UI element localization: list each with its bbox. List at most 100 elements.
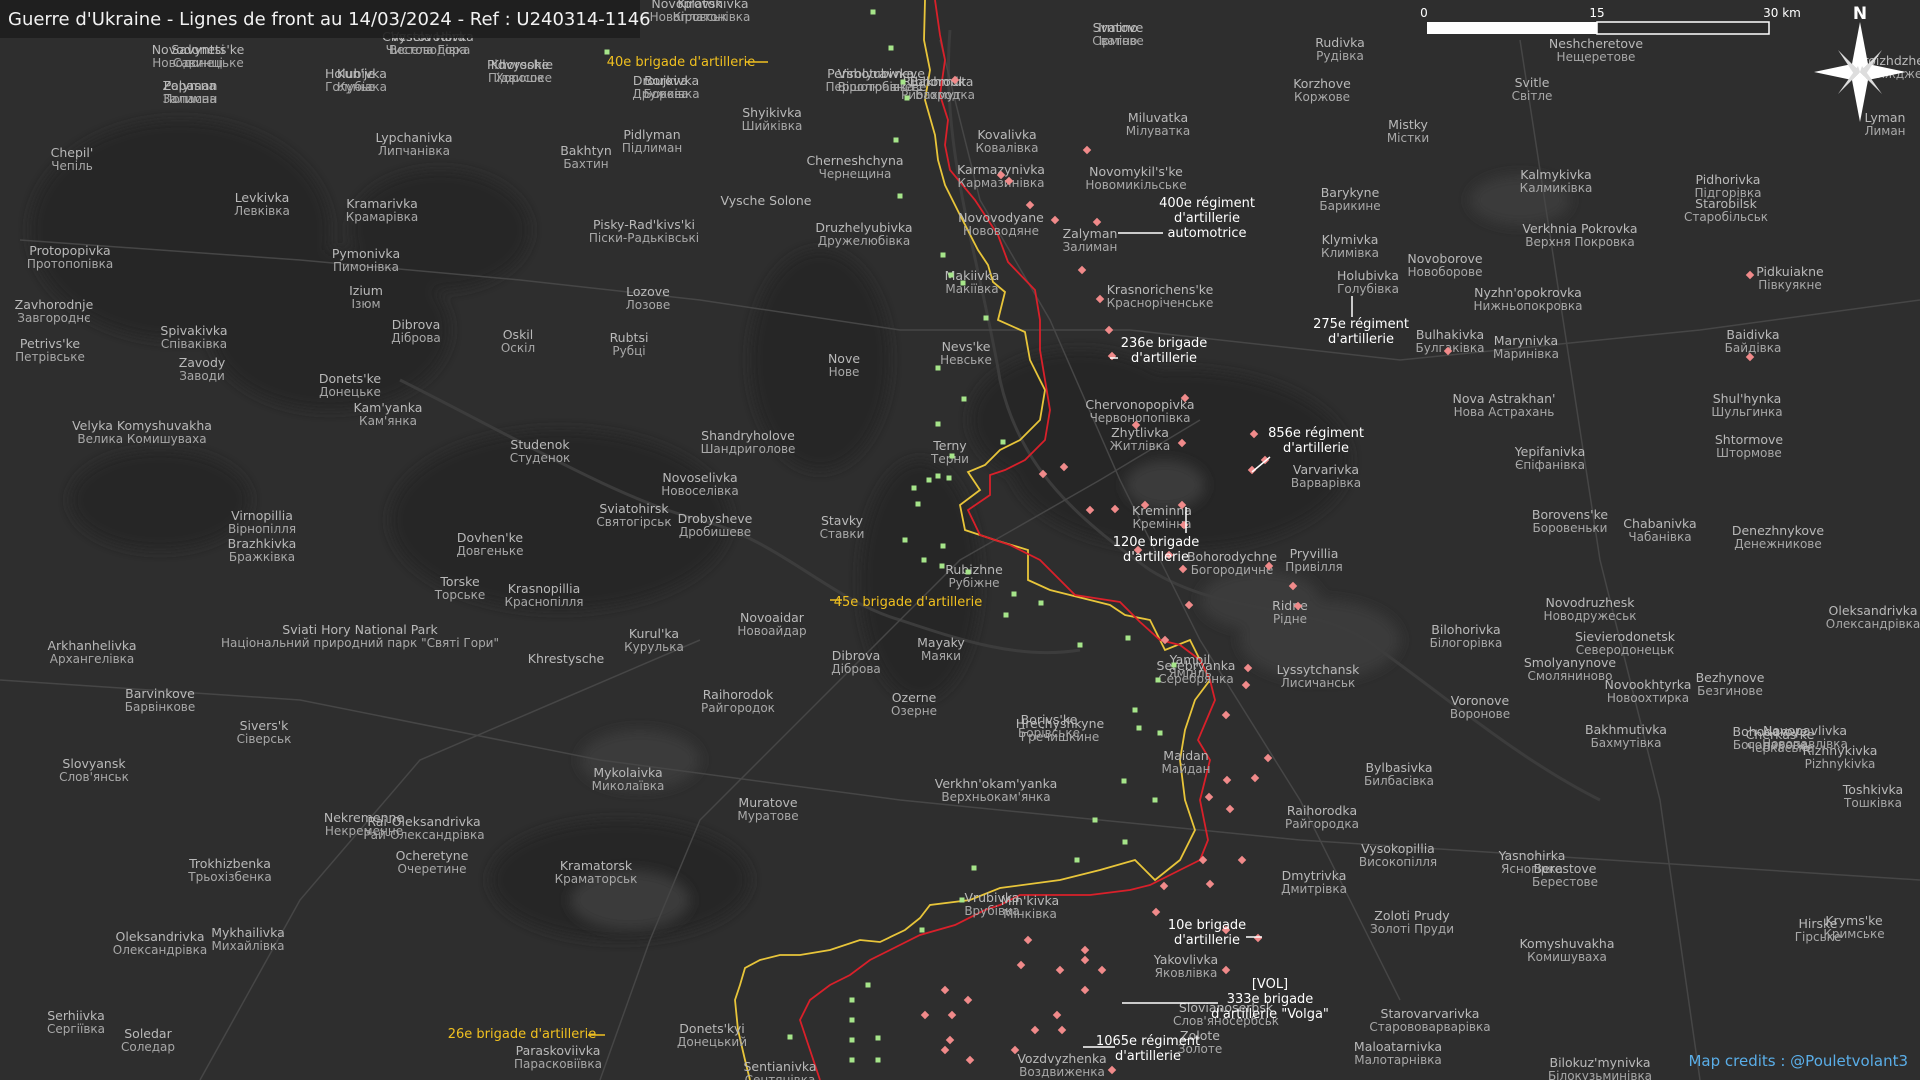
place-label: PidkuiakneПівкуякне bbox=[1756, 264, 1824, 292]
place-name: Velyka Komyshuvakha bbox=[72, 418, 212, 433]
ukrainian-unit-marker[interactable] bbox=[875, 1057, 881, 1063]
place-label: BezhynoveБезгинове bbox=[1696, 670, 1765, 698]
place-name-cyrillic: Попасна bbox=[163, 92, 216, 106]
artillery-unit-label[interactable]: 45e brigade d'artillerie bbox=[830, 595, 982, 610]
place-name-cyrillic: Співаківка bbox=[161, 337, 227, 351]
place-name-cyrillic: Крамарівка bbox=[346, 210, 419, 224]
place-name-cyrillic: Олександрівка bbox=[1826, 617, 1920, 631]
place-label: Sivers'kСіверськ bbox=[237, 718, 292, 746]
ukrainian-unit-marker[interactable] bbox=[888, 45, 894, 51]
ukrainian-unit-marker[interactable] bbox=[915, 501, 921, 507]
ukrainian-unit-marker[interactable] bbox=[870, 9, 876, 15]
place-name: Hirske bbox=[1798, 916, 1837, 931]
place-name: Krasnopillia bbox=[508, 581, 581, 596]
ukrainian-unit-marker[interactable] bbox=[948, 272, 954, 278]
ukrainian-unit-marker[interactable] bbox=[849, 1037, 855, 1043]
place-label: Donets'keДонецьке bbox=[319, 371, 382, 399]
place-name-cyrillic: Нижньопокровка bbox=[1474, 299, 1583, 313]
place-name: Dibrova bbox=[832, 648, 881, 663]
ukrainian-unit-marker[interactable] bbox=[960, 280, 966, 286]
ukrainian-unit-marker[interactable] bbox=[1077, 642, 1083, 648]
ukrainian-unit-marker[interactable] bbox=[1092, 817, 1098, 823]
ukrainian-unit-marker[interactable] bbox=[940, 543, 946, 549]
place-label: Novodonets'keНоводонецьке bbox=[152, 42, 245, 70]
ukrainian-unit-marker[interactable] bbox=[961, 396, 967, 402]
place-name-cyrillic: Підлиман bbox=[622, 141, 682, 155]
ukrainian-unit-marker[interactable] bbox=[965, 569, 971, 575]
place-name: Rudivka bbox=[1315, 35, 1365, 50]
ukrainian-unit-marker[interactable] bbox=[1155, 677, 1161, 683]
artillery-unit-label[interactable]: 26e brigade d'artillerie bbox=[448, 1027, 605, 1042]
place-name: Novookhtyrka bbox=[1605, 677, 1692, 692]
ukrainian-unit-marker[interactable] bbox=[787, 1034, 793, 1040]
place-label: StarovarvarivkaСтарововарварівка bbox=[1369, 1006, 1490, 1034]
place-name: Lyssytchansk bbox=[1277, 662, 1360, 677]
place-name-cyrillic: Протопопівка bbox=[27, 257, 113, 271]
place-name-cyrillic: Барвінкове bbox=[125, 700, 196, 714]
place-name-cyrillic: Воздвиженка bbox=[1019, 1065, 1105, 1079]
place-name-cyrillic: Новомикільське bbox=[1085, 178, 1186, 192]
place-name-cyrillic: Липчанівка bbox=[378, 144, 450, 158]
ukrainian-unit-marker[interactable] bbox=[865, 982, 871, 988]
ukrainian-unit-marker[interactable] bbox=[935, 473, 941, 479]
ukrainian-unit-marker[interactable] bbox=[875, 1035, 881, 1041]
ukrainian-unit-marker[interactable] bbox=[1003, 612, 1009, 618]
ukrainian-unit-marker[interactable] bbox=[971, 865, 977, 871]
ukrainian-unit-marker[interactable] bbox=[1171, 662, 1177, 668]
ukrainian-unit-marker[interactable] bbox=[902, 537, 908, 543]
map-canvas[interactable]: NovoplatonivkaНовоплатонівкаSavyntsiСави… bbox=[0, 0, 1920, 1080]
ukrainian-unit-marker[interactable] bbox=[1122, 839, 1128, 845]
place-name: Chervonopopivka bbox=[1085, 397, 1194, 412]
ukrainian-unit-marker[interactable] bbox=[911, 485, 917, 491]
ukrainian-unit-marker[interactable] bbox=[1152, 797, 1158, 803]
ukrainian-unit-marker[interactable] bbox=[1132, 707, 1138, 713]
ukrainian-unit-marker[interactable] bbox=[1157, 730, 1163, 736]
ukrainian-unit-marker[interactable] bbox=[893, 137, 899, 143]
place-label: TorskeТорське bbox=[434, 574, 486, 602]
ukrainian-unit-marker[interactable] bbox=[904, 95, 910, 101]
ukrainian-unit-marker[interactable] bbox=[926, 477, 932, 483]
ukrainian-unit-marker[interactable] bbox=[849, 1017, 855, 1023]
ukrainian-unit-marker[interactable] bbox=[983, 315, 989, 321]
place-name: Protopopivka bbox=[29, 243, 110, 258]
place-name-cyrillic: Новодонецьке bbox=[152, 56, 244, 70]
ukrainian-unit-marker[interactable] bbox=[939, 563, 945, 569]
ukrainian-unit-marker[interactable] bbox=[1136, 725, 1142, 731]
place-label: ToshkivkaТошківка bbox=[1842, 782, 1903, 810]
ukrainian-unit-marker[interactable] bbox=[849, 1057, 855, 1063]
ukrainian-unit-marker[interactable] bbox=[1121, 778, 1127, 784]
place-label: MiluvatkaМілуватка bbox=[1126, 110, 1190, 138]
ukrainian-unit-marker[interactable] bbox=[900, 79, 906, 85]
place-label: OleksandrivkaОлександрівка bbox=[1826, 603, 1920, 631]
place-name: Donets'ke bbox=[319, 371, 382, 386]
ukrainian-unit-marker[interactable] bbox=[946, 475, 952, 481]
place-name: Izium bbox=[349, 283, 383, 298]
ukrainian-unit-marker[interactable] bbox=[849, 997, 855, 1003]
ukrainian-unit-marker[interactable] bbox=[919, 927, 925, 933]
ukrainian-unit-marker[interactable] bbox=[949, 453, 955, 459]
unit-label-text: 333e brigade bbox=[1227, 992, 1314, 1007]
ukrainian-unit-marker[interactable] bbox=[1038, 600, 1044, 606]
ukrainian-unit-marker[interactable] bbox=[921, 557, 927, 563]
ukrainian-unit-marker[interactable] bbox=[604, 49, 610, 55]
ukrainian-unit-marker[interactable] bbox=[1125, 635, 1131, 641]
place-name-cyrillic: Велика Комишуваха bbox=[77, 432, 206, 446]
place-name: Toshkivka bbox=[1842, 782, 1903, 797]
unit-label-text: 26e brigade d'artillerie bbox=[448, 1027, 597, 1042]
place-name: Shul'hynka bbox=[1713, 391, 1782, 406]
place-name: Bezhynove bbox=[1696, 670, 1765, 685]
ukrainian-unit-marker[interactable] bbox=[1074, 857, 1080, 863]
ukrainian-unit-marker[interactable] bbox=[1011, 591, 1017, 597]
ukrainian-unit-marker[interactable] bbox=[959, 897, 965, 903]
place-name-cyrillic: Нова Астрахань bbox=[1454, 405, 1555, 419]
ukrainian-unit-marker[interactable] bbox=[935, 365, 941, 371]
place-name-cyrillic: Билбасівка bbox=[1364, 774, 1434, 788]
place-name: Korzhove bbox=[1293, 76, 1351, 91]
ukrainian-unit-marker[interactable] bbox=[897, 193, 903, 199]
ukrainian-unit-marker[interactable] bbox=[935, 421, 941, 427]
place-label: BaidivkaБайдівка bbox=[1725, 327, 1782, 355]
ukrainian-unit-marker[interactable] bbox=[1000, 439, 1006, 445]
artillery-unit-label[interactable]: 40e brigade d'artillerie bbox=[607, 55, 768, 70]
place-label: YepifanivkaЄпіфанівка bbox=[1514, 444, 1586, 472]
ukrainian-unit-marker[interactable] bbox=[940, 252, 946, 258]
